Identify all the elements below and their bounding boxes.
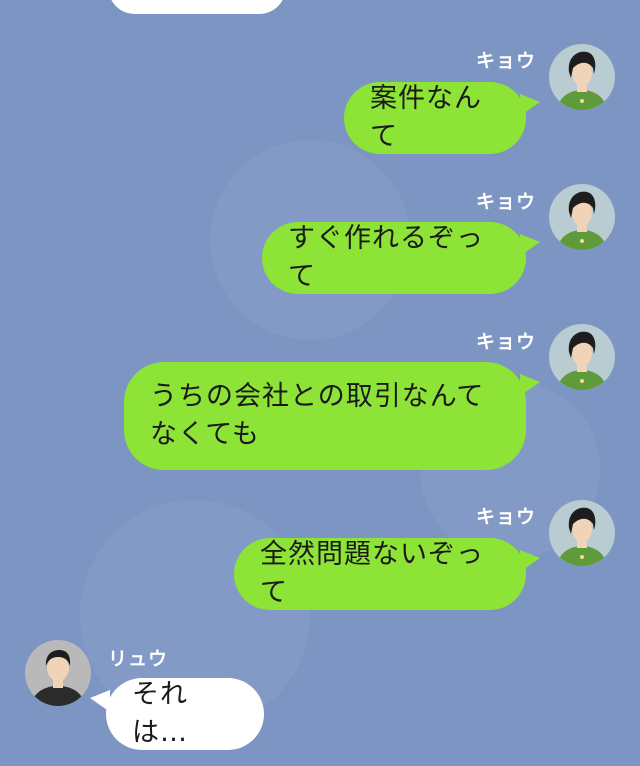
chat-bubble-outgoing: 案件なんて [344, 82, 526, 154]
chat-bubble-outgoing: すぐ作れるぞって [262, 222, 526, 294]
bubble-tail [520, 550, 540, 572]
woman-avatar-icon [549, 44, 615, 110]
bubble-tail [520, 374, 540, 396]
avatar[interactable] [549, 184, 615, 250]
chat-bubble-outgoing: 全然問題ないぞって [234, 538, 526, 610]
bubble-tail [520, 234, 540, 256]
chat-bubble-incoming [108, 0, 286, 14]
avatar[interactable] [549, 44, 615, 110]
bubble-tail [520, 94, 540, 116]
chat-bubble-outgoing: うちの会社との取引なんてなくても [124, 362, 526, 470]
woman-avatar-icon [549, 184, 615, 250]
avatar[interactable] [25, 640, 91, 706]
woman-avatar-icon [549, 324, 615, 390]
woman-avatar-icon [549, 500, 615, 566]
avatar[interactable] [549, 500, 615, 566]
sender-name: キョウ [476, 331, 537, 353]
chat-bubble-incoming: それは… [106, 678, 264, 750]
man-avatar-icon [25, 640, 91, 706]
sender-name: キョウ [476, 506, 537, 528]
sender-name: キョウ [476, 50, 537, 72]
sender-name: リュウ [108, 648, 169, 670]
avatar[interactable] [549, 324, 615, 390]
sender-name: キョウ [476, 191, 537, 213]
